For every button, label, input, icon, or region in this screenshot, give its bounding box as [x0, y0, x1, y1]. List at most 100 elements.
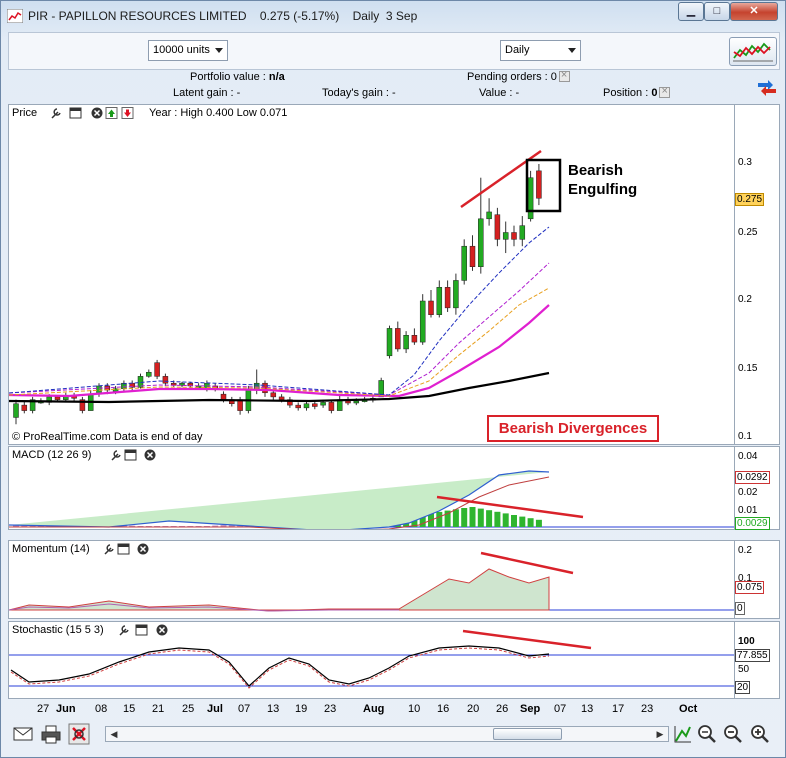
units-select[interactable]: 10000 units — [148, 40, 228, 61]
macd-histogram-bar — [494, 511, 501, 527]
stochastic-d-line — [10, 647, 550, 689]
toolbar: 10000 units Daily — [8, 32, 780, 70]
instrument-price: 0.275 (-5.17%) — [259, 9, 340, 23]
macd-tick: 0.02 — [738, 487, 758, 498]
chart-app-icon — [7, 9, 23, 23]
window-period: Daily — [352, 9, 380, 23]
status-bar: ◀ ▶ — [8, 721, 780, 747]
macd-histogram-bar — [527, 518, 534, 527]
bullish-candle — [320, 402, 326, 406]
zoom-in-icon[interactable] — [749, 723, 771, 745]
momentum-tag: 0.075 — [735, 581, 765, 594]
minimize-button[interactable]: ▁ — [678, 2, 704, 21]
date-label: Oct — [679, 703, 698, 715]
macd-panel[interactable]: MACD (12 26 9) — [8, 446, 735, 530]
macd-histogram-bar — [486, 510, 493, 527]
ma-orange-line — [9, 287, 550, 397]
chevron-down-icon — [215, 48, 223, 53]
price-panel[interactable]: Price Year : High 0.400 Low 0.071 © ProR… — [8, 104, 735, 445]
mail-icon[interactable] — [12, 723, 34, 745]
swap-arrows-icon[interactable] — [754, 79, 780, 97]
bearish-candle — [345, 400, 351, 404]
portfolio-value: Portfolio value : n/a — [190, 71, 285, 83]
print-icon[interactable] — [40, 723, 62, 745]
macd-histogram-bar — [452, 509, 459, 527]
date-label: 13 — [581, 703, 594, 715]
momentum-area — [9, 568, 550, 612]
momentum-zero-tag: 0 — [735, 602, 745, 615]
stochastic-divergence-line — [462, 629, 592, 650]
bullish-candle — [179, 382, 185, 386]
value-field: Value : - — [479, 87, 519, 99]
ma-magenta-line — [9, 304, 550, 398]
indicators-chart-icon — [733, 42, 773, 62]
bullish-candle — [386, 328, 393, 357]
position-value: 0 — [651, 87, 658, 99]
horizontal-scrollbar[interactable]: ◀ ▶ — [105, 726, 669, 742]
momentum-panel[interactable]: Momentum (14) — [8, 540, 735, 619]
stochastic-chart — [9, 629, 734, 689]
period-select[interactable]: Daily — [500, 40, 581, 61]
date-label: Jun — [56, 703, 76, 715]
date-label: 08 — [95, 703, 108, 715]
macd-histogram-bar — [469, 507, 476, 527]
price-tick: 0.15 — [738, 363, 758, 374]
ma-blue-line — [9, 226, 550, 396]
date-label: 10 — [408, 703, 421, 715]
annotation-line: Engulfing — [568, 181, 638, 198]
date-label: Sep — [520, 703, 541, 715]
macd-histogram-bar — [436, 511, 443, 527]
macd-chart — [9, 470, 734, 529]
auto-scale-icon[interactable] — [672, 723, 694, 745]
zoom-out-icon[interactable] — [722, 723, 744, 745]
date-label: 23 — [324, 703, 337, 715]
todays-gain-value: - — [391, 87, 396, 99]
stochastic-panel[interactable]: Stochastic (15 5 3) — [8, 621, 735, 699]
bearish-candle — [395, 328, 401, 350]
bullish-candle — [419, 300, 426, 343]
bearish-divergences-annotation: Bearish Divergences — [487, 415, 659, 442]
macd-histogram-bar — [535, 519, 542, 527]
momentum-tick: 0.2 — [738, 545, 752, 556]
bullish-candle — [486, 211, 492, 220]
portfolio-bar: Portfolio value : n/a Pending orders : 0… — [8, 69, 780, 103]
latent-gain-label: Latent gain : — [173, 87, 234, 99]
bearish-candle — [278, 396, 285, 400]
date-label: Jul — [207, 703, 223, 715]
indicators-button[interactable] — [729, 37, 777, 66]
latent-gain-value: - — [236, 87, 241, 99]
clear-pending-icon[interactable] — [558, 69, 570, 82]
scroll-right-icon[interactable]: ▶ — [653, 728, 667, 740]
bearish-candle — [312, 403, 318, 407]
zoom-fit-icon[interactable] — [696, 723, 718, 745]
bearish-candle — [469, 245, 476, 267]
macd-histogram-bar — [477, 508, 484, 527]
bearish-candle — [54, 396, 61, 400]
latent-gain: Latent gain : - — [173, 87, 240, 99]
bearish-candle — [220, 393, 227, 400]
window-title: PIR - PAPILLON RESOURCES LIMITED 0.275 (… — [28, 9, 417, 23]
price-tick: 0.3 — [738, 157, 752, 168]
bullish-candle — [478, 218, 484, 268]
scroll-left-icon[interactable]: ◀ — [107, 728, 121, 740]
bullish-candle — [502, 232, 509, 240]
date-label: 17 — [612, 703, 625, 715]
bullish-candle — [436, 287, 443, 315]
momentum-chart — [9, 551, 734, 612]
clear-position-icon[interactable] — [659, 85, 671, 98]
bullish-candle — [13, 403, 19, 418]
close-button[interactable]: ✕ — [730, 2, 778, 21]
macd-histogram-bar — [502, 513, 509, 527]
date-label: 07 — [554, 703, 567, 715]
disable-icon[interactable] — [68, 723, 90, 745]
stochastic-tag: 77.855 — [735, 649, 770, 662]
bullish-candle — [403, 335, 409, 350]
bullish-candle — [303, 403, 310, 409]
stochastic-tick: 100 — [738, 636, 755, 647]
maximize-button[interactable]: □ — [704, 2, 730, 21]
date-label: 15 — [123, 703, 136, 715]
date-label: Aug — [363, 703, 385, 715]
ma-purple-line — [9, 262, 550, 396]
bearish-candle — [411, 335, 418, 343]
scroll-thumb[interactable] — [493, 728, 562, 740]
